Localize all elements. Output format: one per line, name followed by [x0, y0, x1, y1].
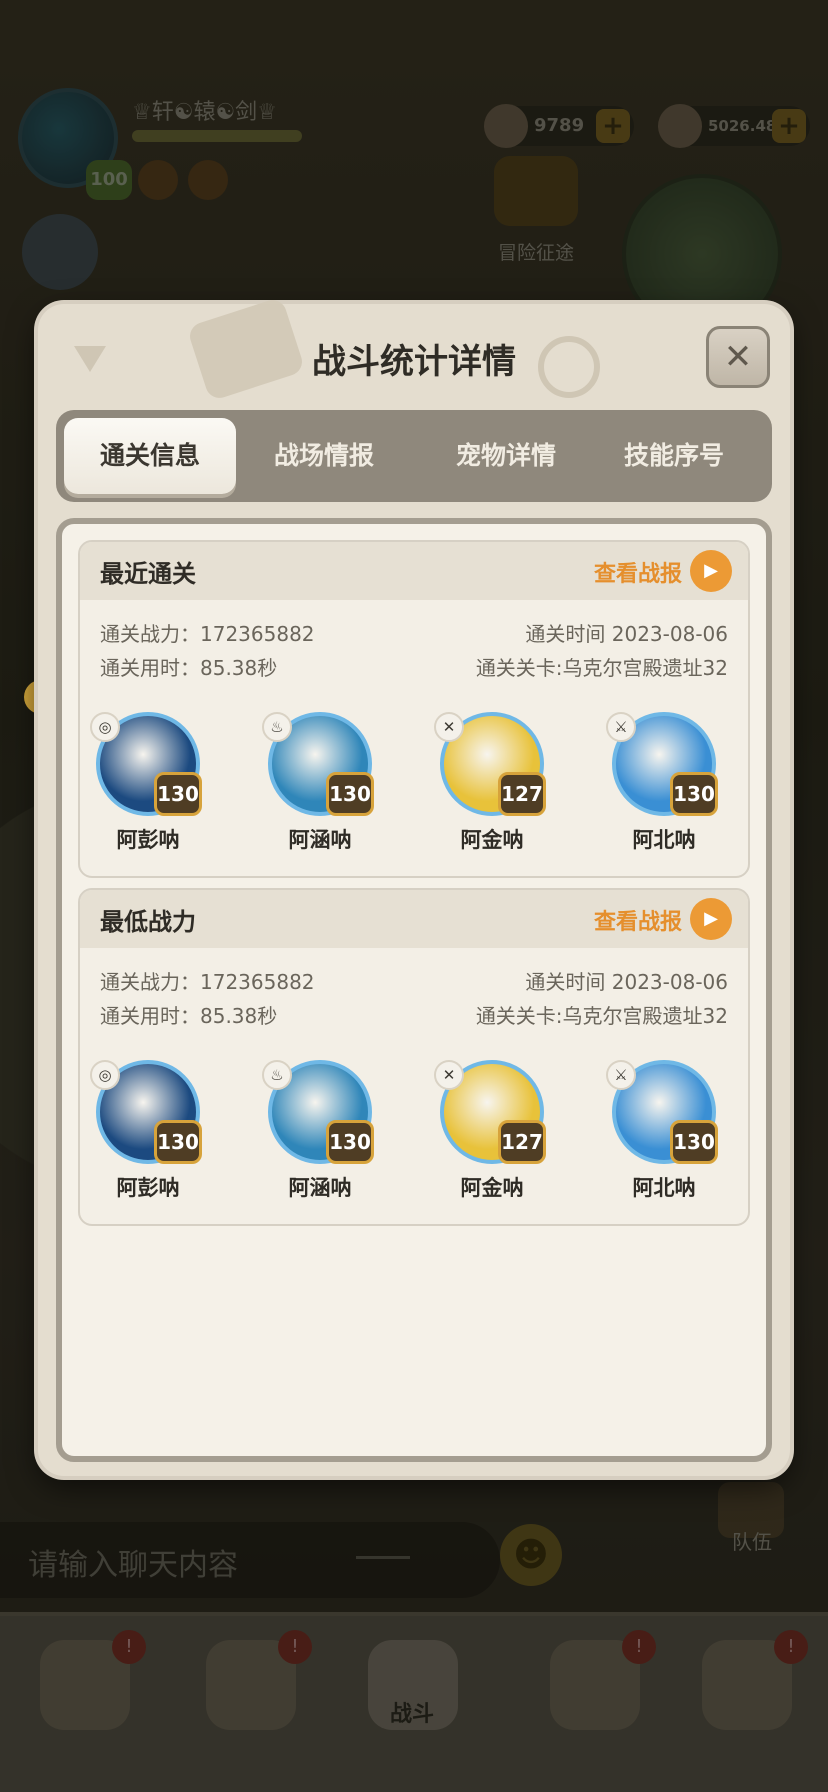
view-report-label: 查看战报	[593, 910, 682, 935]
close-button[interactable]: ✕	[706, 326, 770, 388]
record-card: 最近通关 查看战报 ▶ 通关战力：172365882 通关用时：85.38秒 通关时间 2…	[78, 540, 750, 878]
battle-stats-dialog: 战斗统计详情 ✕ 通关信息 战场情报 宠物详情 技能序号 最近通关 查看战报 ▶ 通关…	[38, 296, 790, 1476]
tab-battlefield-intel[interactable]: 战场情报	[238, 418, 410, 494]
record-title: 最近通关	[100, 560, 196, 588]
pet-slot[interactable]: ✕ 127 阿金呐	[432, 712, 552, 862]
pet-level-badge: 130	[154, 772, 202, 816]
pet-level-badge: 127	[498, 772, 546, 816]
element-icon: ♨	[262, 1060, 292, 1090]
dialog-title: 战斗统计详情	[312, 342, 516, 382]
pet-name: 阿北呐	[632, 1176, 696, 1200]
pet-level-badge: 130	[670, 772, 718, 816]
pet-name: 阿涵呐	[288, 1176, 352, 1200]
pet-level-badge: 130	[326, 1120, 374, 1164]
pet-slot[interactable]: ⚔ 130 阿北呐	[604, 712, 724, 862]
pet-level-badge: 130	[154, 1120, 202, 1164]
clear-duration: 通关用时：85.38秒	[100, 1004, 278, 1028]
pet-level-badge: 130	[670, 1120, 718, 1164]
pet-slot[interactable]: ♨ 130 阿涵呐	[260, 1060, 380, 1210]
record-header: 最低战力 查看战报 ▶	[80, 890, 748, 948]
record-card: 最低战力 查看战报 ▶ 通关战力：172365882 通关用时：85.38秒 通关时间 2…	[78, 888, 750, 1226]
pet-level-badge: 130	[326, 772, 374, 816]
clear-power: 通关战力：172365882	[100, 622, 315, 646]
pet-slot[interactable]: ♨ 130 阿涵呐	[260, 712, 380, 862]
view-report-label: 查看战报	[593, 562, 682, 587]
play-icon: ▶	[690, 898, 732, 940]
element-icon: ⚔	[606, 712, 636, 742]
pet-slot[interactable]: ◎ 130 阿彭呐	[88, 1060, 208, 1210]
clear-duration: 通关用时：85.38秒	[100, 656, 278, 680]
element-icon: ◎	[90, 1060, 120, 1090]
pet-slot[interactable]: ✕ 127 阿金呐	[432, 1060, 552, 1210]
clear-stage: 通关关卡:乌克尔宫殿遗址32	[475, 656, 728, 680]
play-icon: ▶	[690, 550, 732, 592]
tab-skill-order[interactable]: 技能序号	[588, 418, 760, 494]
element-icon: ⚔	[606, 1060, 636, 1090]
pet-slot[interactable]: ◎ 130 阿彭呐	[88, 712, 208, 862]
record-title: 最低战力	[100, 908, 196, 936]
clear-time: 通关时间 2023-08-06	[525, 622, 728, 646]
element-icon: ✕	[434, 712, 464, 742]
pet-name: 阿金呐	[460, 1176, 524, 1200]
tab-pet-details[interactable]: 宠物详情	[420, 418, 592, 494]
clear-power: 通关战力：172365882	[100, 970, 315, 994]
element-icon: ♨	[262, 712, 292, 742]
clear-stage: 通关关卡:乌克尔宫殿遗址32	[475, 1004, 728, 1028]
pet-name: 阿涵呐	[288, 828, 352, 852]
element-icon: ◎	[90, 712, 120, 742]
pet-name: 阿彭呐	[116, 1176, 180, 1200]
pet-slot[interactable]: ⚔ 130 阿北呐	[604, 1060, 724, 1210]
pet-level-badge: 127	[498, 1120, 546, 1164]
pet-name: 阿金呐	[460, 828, 524, 852]
tab-bar: 通关信息 战场情报 宠物详情 技能序号	[56, 410, 772, 502]
pet-name: 阿彭呐	[116, 828, 180, 852]
pet-name: 阿北呐	[632, 828, 696, 852]
record-header: 最近通关 查看战报 ▶	[80, 542, 748, 600]
element-icon: ✕	[434, 1060, 464, 1090]
tab-clear-info[interactable]: 通关信息	[64, 418, 236, 494]
clear-time: 通关时间 2023-08-06	[525, 970, 728, 994]
content-panel: 最近通关 查看战报 ▶ 通关战力：172365882 通关用时：85.38秒 通关时间 2…	[56, 518, 772, 1462]
